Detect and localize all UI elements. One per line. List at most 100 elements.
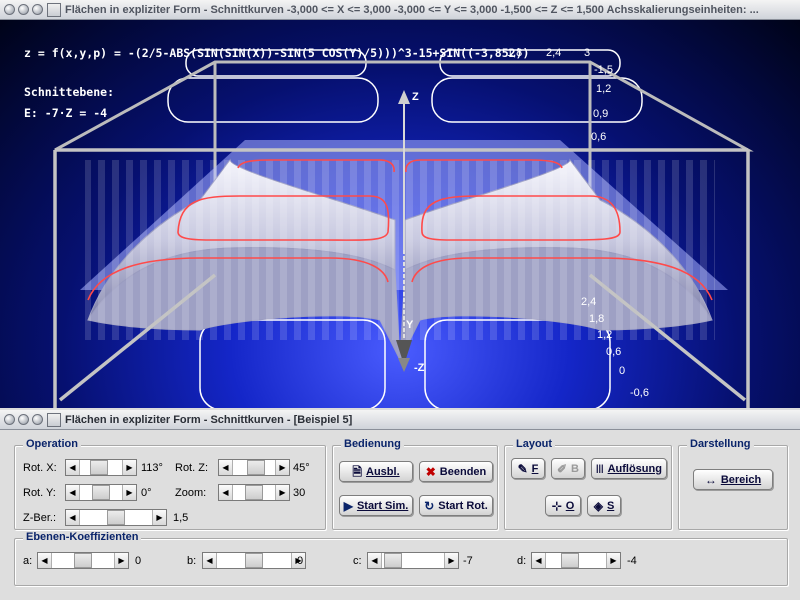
document-icon: 🗎 <box>352 464 363 479</box>
tick-bottom-6: -0,6 <box>630 387 649 399</box>
start-rot-label: Start Rot. <box>438 499 488 512</box>
grid-resolution-icon: ||| <box>596 463 604 473</box>
f-button[interactable]: ✎ F <box>511 458 545 479</box>
coef-a-thumb[interactable] <box>74 553 92 568</box>
plot-viewport[interactable]: z = f(x,y,p) = -(2/5-ABS(SIN(SIN(X))-SIN… <box>0 20 800 408</box>
s-button[interactable]: ◈ S <box>587 495 621 516</box>
rot-y-thumb[interactable] <box>92 485 110 500</box>
coef-a-track[interactable] <box>51 553 115 568</box>
control-panel: Operation Rot. X: ◀ ▶ 113° Rot. Z: ◀ ▶ 4… <box>0 430 800 600</box>
rot-z-scrollbar[interactable]: ◀ ▶ <box>218 459 290 476</box>
rot-x-scrollbar[interactable]: ◀ ▶ <box>65 459 137 476</box>
rot-x-left-arrow-icon[interactable]: ◀ <box>66 460 79 475</box>
coef-c-thumb[interactable] <box>384 553 402 568</box>
z-axis-label: Z <box>412 91 419 103</box>
s-label: S <box>606 499 615 512</box>
coef-d-right-arrow-icon[interactable]: ▶ <box>607 553 620 568</box>
ausbl-label: Ausbl. <box>366 465 400 478</box>
coef-c-scrollbar[interactable]: ◀ ▶ <box>367 552 459 569</box>
minimize-control-icon[interactable] <box>18 414 29 425</box>
z-ber-thumb[interactable] <box>107 510 125 525</box>
zoom-value: 30 <box>293 487 306 499</box>
coef-a-right-arrow-icon[interactable]: ▶ <box>115 553 128 568</box>
close-control-icon[interactable] <box>4 414 15 425</box>
rot-z-value: 45° <box>293 462 310 474</box>
zoom-thumb[interactable] <box>245 485 263 500</box>
coef-c-track[interactable] <box>381 553 445 568</box>
rot-y-right-arrow-icon[interactable]: ▶ <box>123 485 136 500</box>
range-icon: ↔ <box>704 472 717 487</box>
operation-title: Operation <box>23 438 81 450</box>
rot-z-right-arrow-icon[interactable]: ▶ <box>276 460 289 475</box>
z-ber-scrollbar[interactable]: ◀ ▶ <box>65 509 167 526</box>
coef-b-left-arrow-icon[interactable]: ◀ <box>203 553 216 568</box>
bereich-button[interactable]: ↔ Bereich <box>693 469 773 490</box>
rot-z-left-arrow-icon[interactable]: ◀ <box>219 460 232 475</box>
beenden-label: Beenden <box>439 465 487 478</box>
rot-x-track[interactable] <box>79 460 123 475</box>
main-titlebar[interactable]: Flächen in expliziter Form - Schnittkurv… <box>0 0 800 20</box>
beenden-button[interactable]: ✖ Beenden <box>419 461 493 482</box>
aufloesung-button[interactable]: ||| Auflösung <box>591 458 667 479</box>
coef-c-value: -7 <box>463 555 473 567</box>
ausbl-button[interactable]: 🗎 Ausbl. <box>339 461 413 482</box>
zoom-left-arrow-icon[interactable]: ◀ <box>219 485 232 500</box>
o-button[interactable]: ⊹ O <box>545 495 581 516</box>
control-window-title: Flächen in expliziter Form - Schnittkurv… <box>65 413 353 426</box>
coef-c-label: c: <box>353 555 362 567</box>
rot-y-track[interactable] <box>79 485 123 500</box>
coef-d-thumb[interactable] <box>561 553 579 568</box>
z-ber-right-arrow-icon[interactable]: ▶ <box>153 510 166 525</box>
maximize-window-icon[interactable] <box>32 4 43 15</box>
coef-b-track[interactable] <box>216 553 292 568</box>
rot-y-scrollbar[interactable]: ◀ ▶ <box>65 484 137 501</box>
minimize-window-icon[interactable] <box>18 4 29 15</box>
coef-b-scrollbar[interactable]: ◀ ▶ <box>202 552 306 569</box>
tick-top-5: 0,9 <box>593 108 609 120</box>
coef-b-label: b: <box>187 555 197 567</box>
bedienung-group: Bedienung 🗎 Ausbl. ✖ Beenden ▶ Start Sim… <box>332 438 498 530</box>
z-ber-left-arrow-icon[interactable]: ◀ <box>66 510 79 525</box>
coef-a-scrollbar[interactable]: ◀ ▶ <box>37 552 129 569</box>
rot-y-value: 0° <box>141 487 152 499</box>
start-rot-button[interactable]: ↻ Start Rot. <box>419 495 493 516</box>
z-ber-track[interactable] <box>79 510 153 525</box>
layout-title: Layout <box>513 438 556 450</box>
coef-b-thumb[interactable] <box>245 553 263 568</box>
tick-top-2: 3 <box>584 47 591 59</box>
darstellung-title: Darstellung <box>687 438 754 450</box>
rot-y-left-arrow-icon[interactable]: ◀ <box>66 485 79 500</box>
start-sim-label: Start Sim. <box>356 499 409 512</box>
zoom-label: Zoom: <box>175 487 207 499</box>
close-window-icon[interactable] <box>4 4 15 15</box>
control-titlebar[interactable]: Flächen in expliziter Form - Schnittkurv… <box>0 410 800 430</box>
coef-a-value: 0 <box>135 555 142 567</box>
tick-bottom-4: 0,6 <box>606 346 622 358</box>
z-ber-value: 1,5 <box>173 512 189 524</box>
zoom-scrollbar[interactable]: ◀ ▶ <box>218 484 290 501</box>
coef-d-left-arrow-icon[interactable]: ◀ <box>532 553 545 568</box>
rot-z-track[interactable] <box>232 460 276 475</box>
coef-c-right-arrow-icon[interactable]: ▶ <box>445 553 458 568</box>
tick-top-6: 0,6 <box>591 131 607 143</box>
surface-plot <box>53 49 754 408</box>
f-label: F <box>531 462 539 475</box>
play-icon: ▶ <box>343 498 353 513</box>
o-label: O <box>565 499 575 512</box>
coef-d-scrollbar[interactable]: ◀ ▶ <box>531 552 621 569</box>
rot-x-thumb[interactable] <box>90 460 108 475</box>
maximize-control-icon[interactable] <box>32 414 43 425</box>
coef-c-left-arrow-icon[interactable]: ◀ <box>368 553 381 568</box>
b-button[interactable]: ✐ B <box>551 458 585 479</box>
zoom-track[interactable] <box>232 485 276 500</box>
tick-bottom-3: 1,2 <box>597 329 613 341</box>
layout-group: Layout ✎ F ✐ B ||| Auflösung ⊹ O ◈ S <box>504 438 672 530</box>
darstellung-group: Darstellung ↔ Bereich <box>678 438 788 530</box>
zoom-right-arrow-icon[interactable]: ▶ <box>276 485 289 500</box>
rot-z-thumb[interactable] <box>247 460 265 475</box>
start-sim-button[interactable]: ▶ Start Sim. <box>339 495 413 516</box>
coef-a-left-arrow-icon[interactable]: ◀ <box>38 553 51 568</box>
rot-x-right-arrow-icon[interactable]: ▶ <box>123 460 136 475</box>
rotate-icon: ↻ <box>424 498 435 513</box>
coef-d-track[interactable] <box>545 553 607 568</box>
